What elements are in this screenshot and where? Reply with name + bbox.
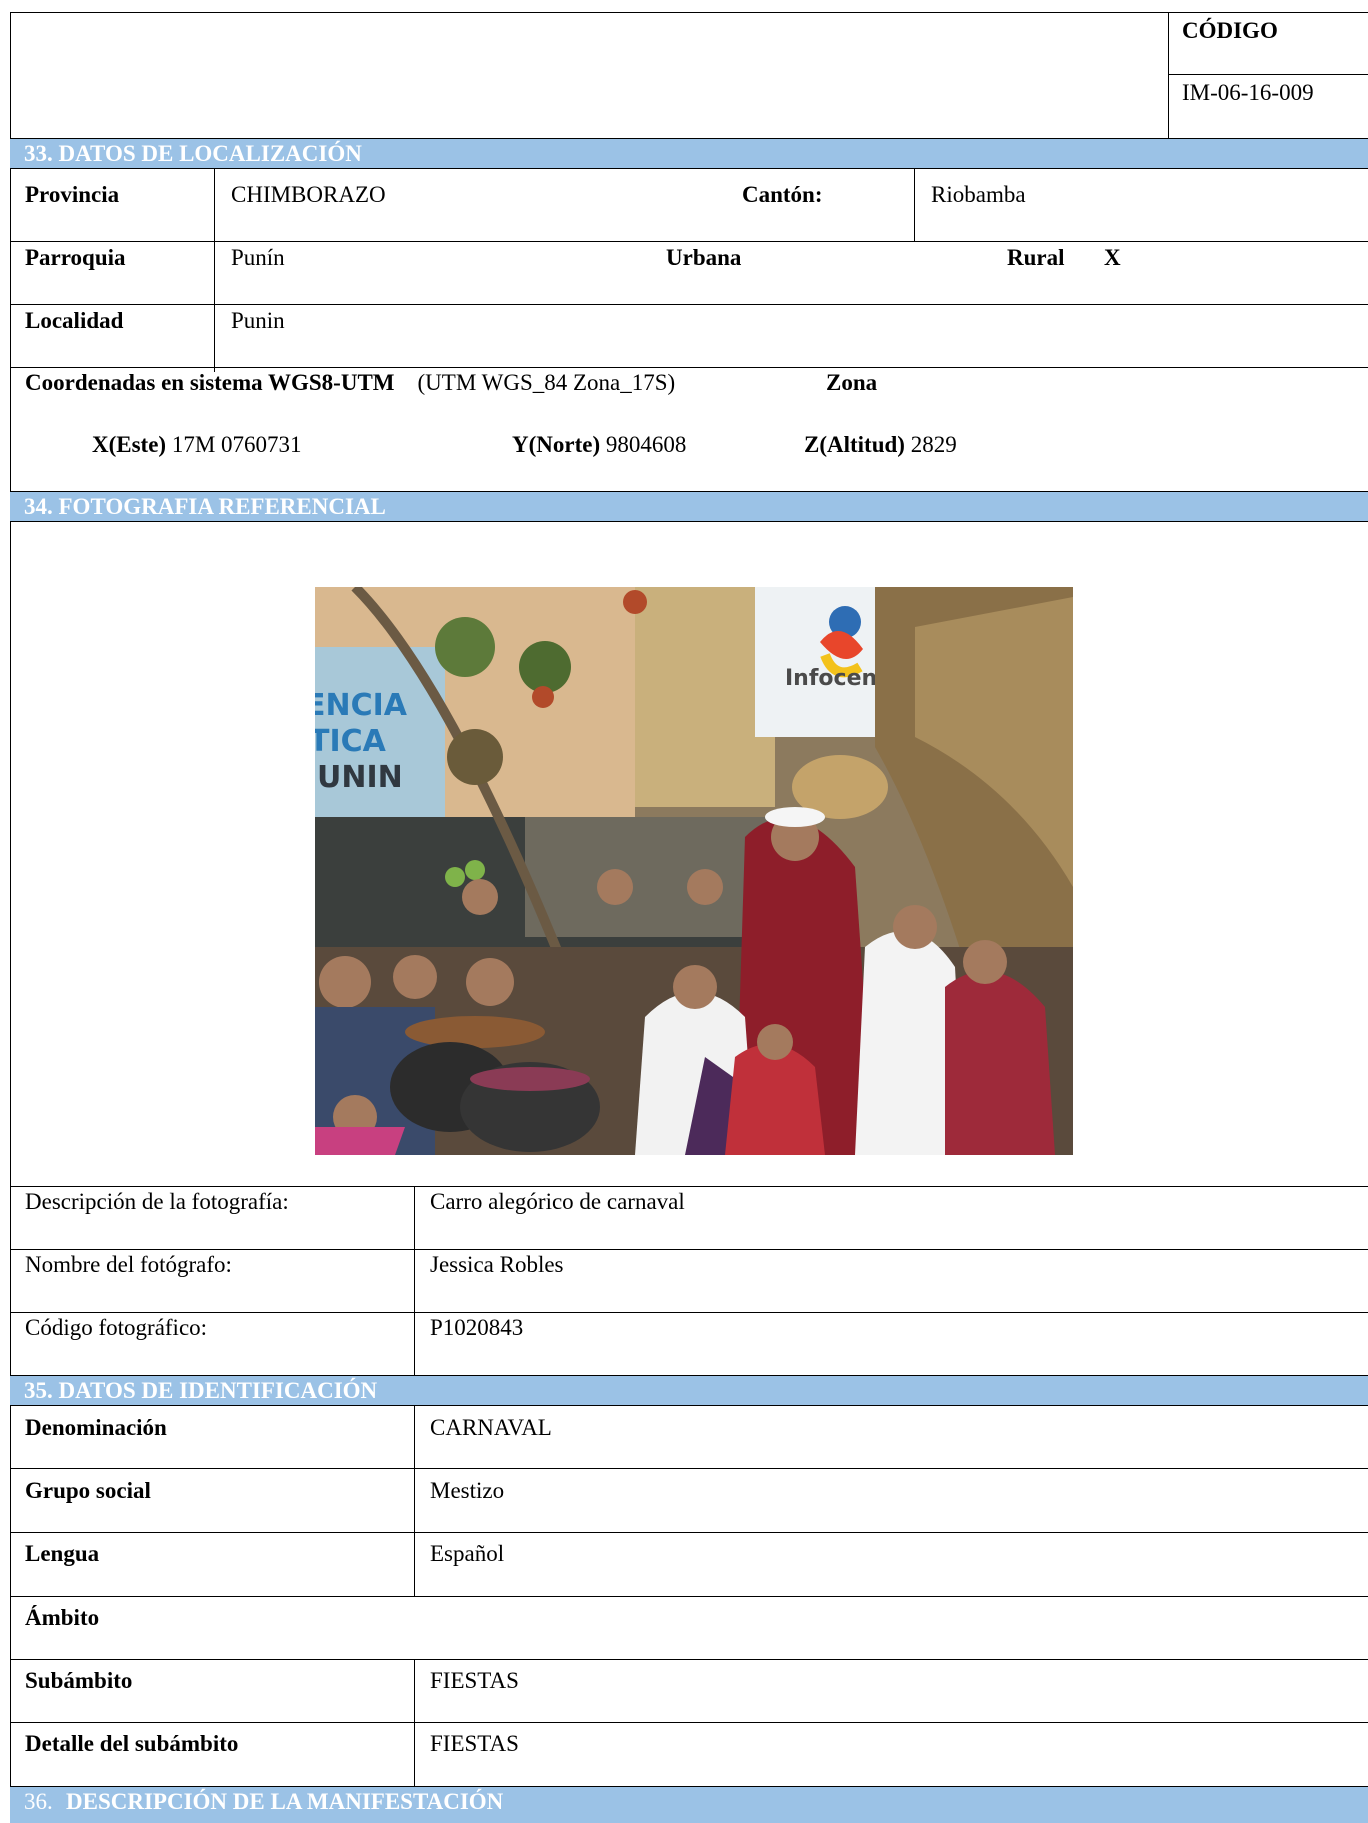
x-coordinate: X(Este) 17M 0760731 [92,432,302,458]
y-value: 9804608 [605,432,687,457]
subambito-divider [414,1659,415,1787]
photo-wall-text: ENCIA [315,688,408,723]
rural-mark: X [1104,245,1121,270]
canton-divider [914,169,915,242]
subambito-value: FIESTAS [430,1668,519,1693]
grupo-social-value: Mestizo [430,1478,505,1503]
urbana-label: Urbana [666,245,742,270]
rural-label: Rural [1007,245,1065,270]
photo-details-divider [414,1186,415,1376]
row-divider [10,1249,1368,1250]
section-34-title: 34. FOTOGRAFIA REFERENCIAL [24,494,386,519]
section-36-title: DESCRIPCIÓN DE LA MANIFESTACIÓN [66,1789,504,1814]
provincia-value: CHIMBORAZO [231,182,386,207]
x-value: 17M 0760731 [171,432,302,457]
row-divider [10,304,1368,305]
x-label: X(Este) [92,432,167,457]
z-value: 2829 [910,432,957,457]
photo-wall-text: UNIN [317,760,403,795]
canton-value: Riobamba [931,182,1026,207]
parroquia-label: Parroquia [25,245,126,270]
carnival-photo-illustration: Infocen ENCIA TICA UNIN [315,587,1073,1155]
localidad-label: Localidad [25,308,124,333]
reference-photo: Infocen ENCIA TICA UNIN [315,587,1073,1155]
row-divider [10,1722,1368,1723]
localidad-value: Punin [231,308,285,333]
row-divider [10,1659,1368,1660]
photographer-value: Jessica Robles [430,1252,564,1277]
y-coordinate: Y(Norte) 9804608 [512,432,686,458]
section-36-number: 36. [24,1789,53,1814]
detalle-subambito-label: Detalle del subámbito [25,1731,239,1756]
coords-system: (UTM WGS_84 Zona_17S) [417,370,676,395]
lengua-label: Lengua [25,1541,100,1566]
photographer-label: Nombre del fotógrafo: [25,1252,232,1277]
detalle-subambito-value: FIESTAS [430,1731,519,1756]
section-33-title: 33. DATOS DE LOCALIZACIÓN [24,141,362,166]
coords-line: Coordenadas en sistema WGS8-UTM (UTM WGS… [25,370,675,396]
denominacion-value: CARNAVAL [430,1415,552,1440]
canton-label: Cantón: [742,182,823,207]
row-divider [10,1596,1368,1597]
photo-code-value: P1020843 [430,1315,524,1340]
header-divider [1168,12,1169,139]
photo-description-label: Descripción de la fotografía: [25,1189,289,1214]
id-label-divider [414,1406,415,1596]
row-divider [10,1312,1368,1313]
row-divider [10,241,1368,242]
section-34-header: 34. FOTOGRAFIA REFERENCIAL [10,491,1368,522]
row-divider [10,1532,1368,1533]
header-code-divider [1168,74,1368,75]
grupo-social-label: Grupo social [25,1478,151,1503]
photo-sign-text: Infocen [785,666,877,691]
denominacion-label: Denominación [25,1415,167,1440]
section-35-title: 35. DATOS DE IDENTIFICACIÓN [24,1378,378,1403]
lengua-value: Español [430,1541,505,1566]
label-column-divider [214,169,215,372]
row-divider [10,367,1368,368]
photo-description-value: Carro alegórico de carnaval [430,1189,685,1214]
photo-wall-text: TICA [315,724,387,759]
code-value: IM-06-16-009 [1182,80,1314,105]
zona-label: Zona [826,370,878,395]
row-divider [10,1186,1368,1187]
row-divider [10,1468,1368,1469]
section-36-header: 36. DESCRIPCIÓN DE LA MANIFESTACIÓN [10,1786,1368,1823]
y-label: Y(Norte) [512,432,601,457]
ambito-label: Ámbito [25,1605,100,1630]
provincia-label: Provincia [25,182,120,207]
z-coordinate: Z(Altitud) 2829 [804,432,957,458]
parroquia-value: Punín [231,245,285,270]
z-label: Z(Altitud) [804,432,905,457]
coords-label: Coordenadas en sistema WGS8-UTM [25,370,395,395]
code-label: CÓDIGO [1182,18,1278,43]
section-33-header: 33. DATOS DE LOCALIZACIÓN [10,138,1368,169]
section-35-header: 35. DATOS DE IDENTIFICACIÓN [10,1375,1368,1406]
subambito-label: Subámbito [25,1668,133,1693]
photo-code-label: Código fotográfico: [25,1315,208,1340]
